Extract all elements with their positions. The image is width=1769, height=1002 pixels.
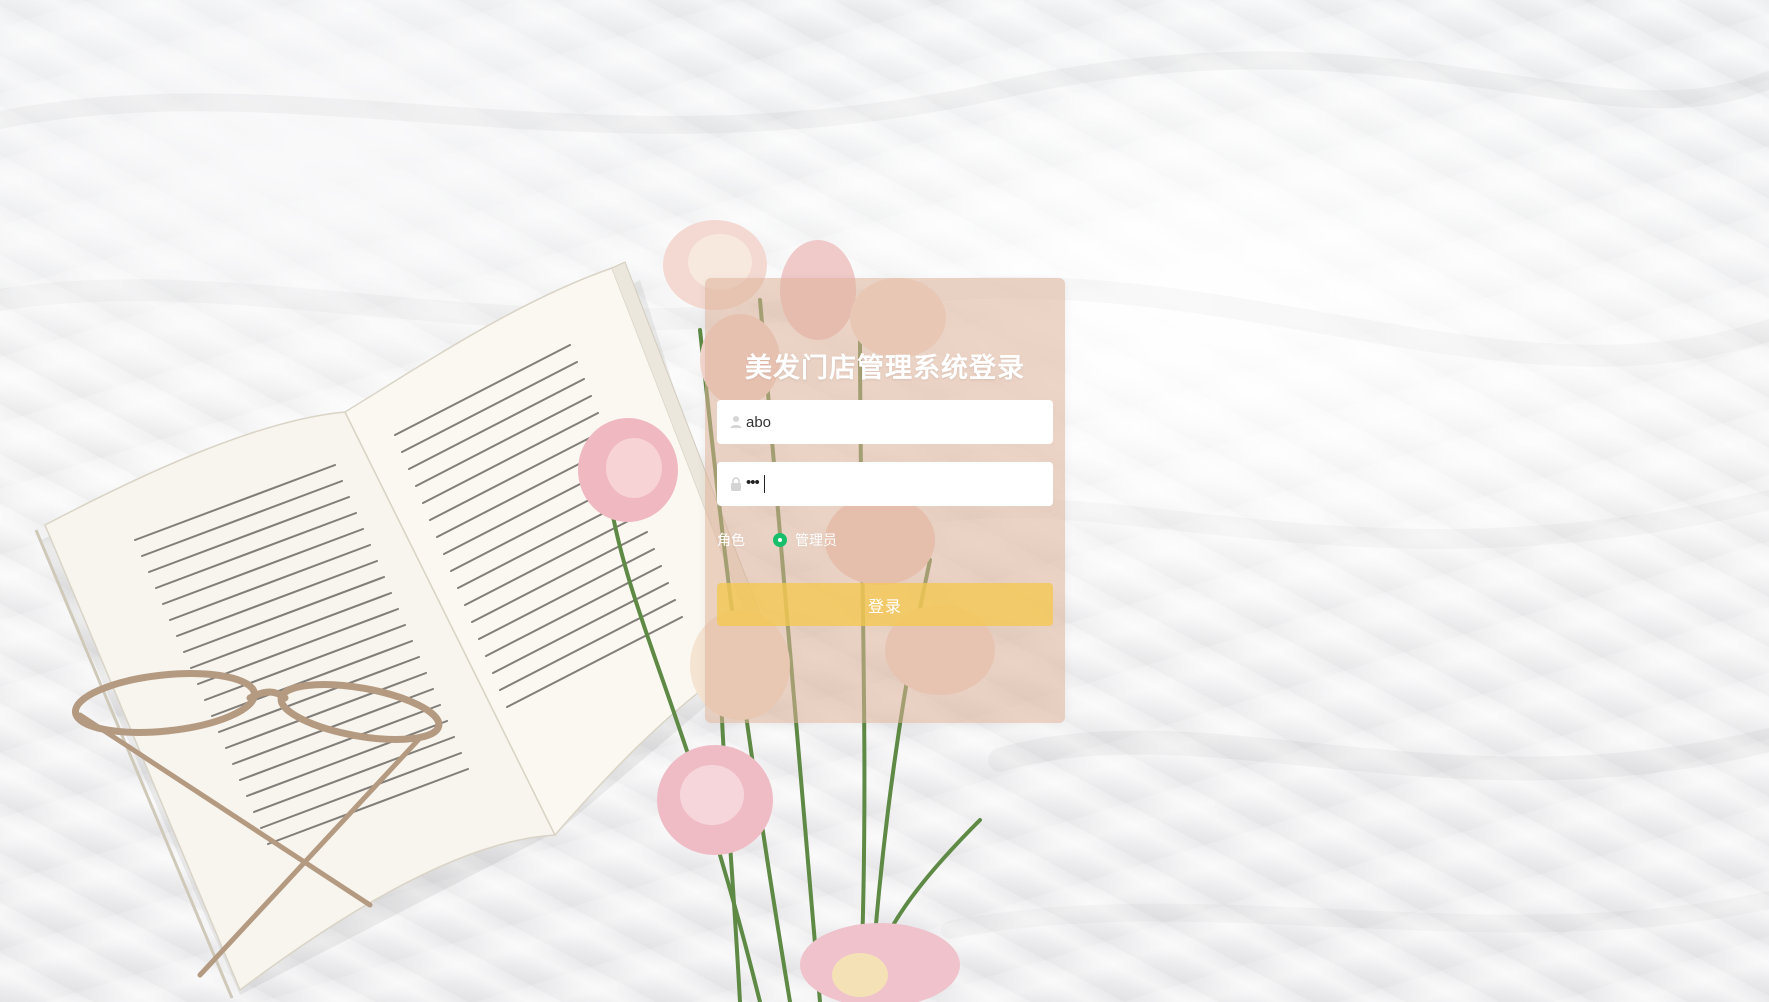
- login-button[interactable]: 登录: [717, 583, 1053, 626]
- username-input[interactable]: [746, 400, 1036, 444]
- radio-admin[interactable]: [773, 533, 787, 547]
- password-field[interactable]: •••: [717, 462, 1053, 506]
- radio-admin-label[interactable]: 管理员: [795, 530, 837, 550]
- password-input[interactable]: •••: [746, 474, 760, 491]
- role-label: 角色: [717, 533, 745, 549]
- open-book: [34, 261, 773, 999]
- text-cursor: [764, 475, 765, 493]
- username-field[interactable]: [717, 400, 1053, 444]
- user-icon: [730, 416, 742, 428]
- login-title: 美发门店管理系统登录: [745, 353, 1025, 384]
- lock-icon: [731, 477, 741, 491]
- login-card: 美发门店管理系统登录 ••• 角色 管理员 登录: [705, 278, 1065, 723]
- role-selector: 角色 管理员: [717, 530, 837, 550]
